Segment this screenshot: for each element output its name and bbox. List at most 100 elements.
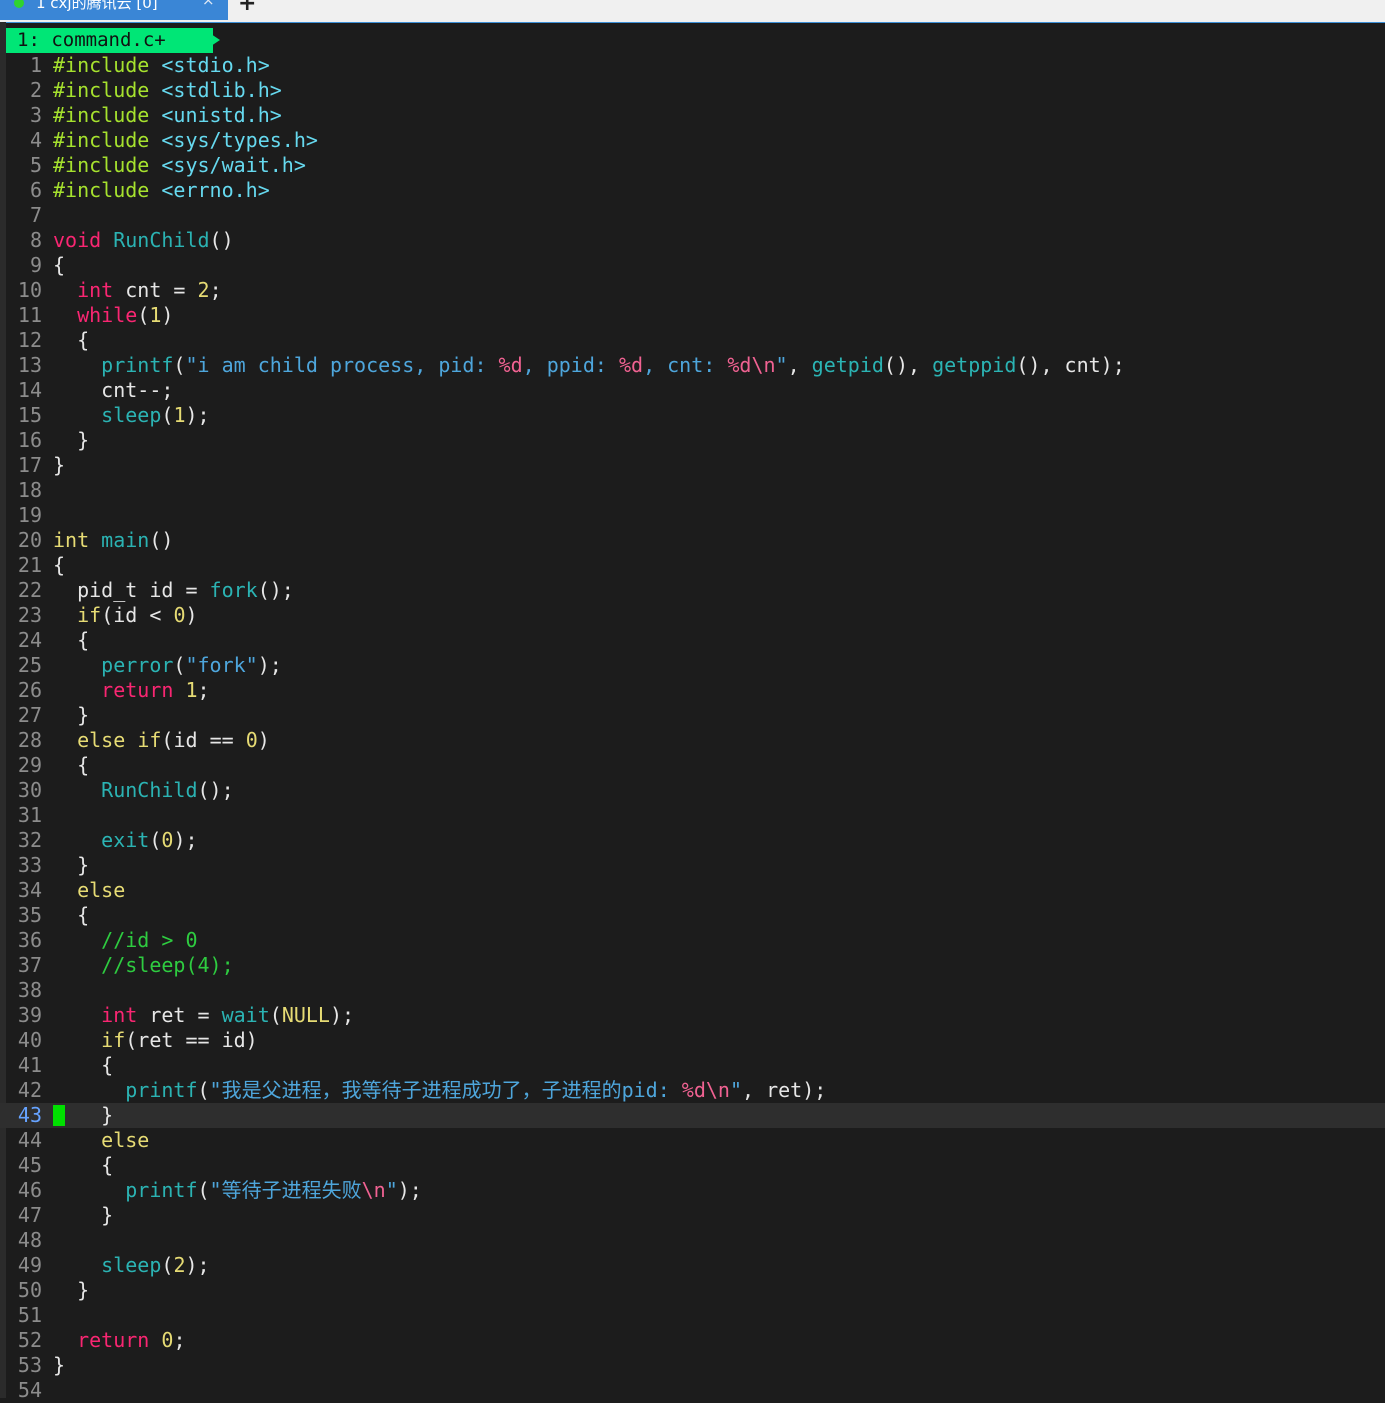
code-line[interactable]: 27 } <box>0 703 1385 728</box>
code-line[interactable]: 24 { <box>0 628 1385 653</box>
current-code-line[interactable]: 43 } <box>0 1103 1385 1128</box>
code-token: %d <box>498 353 523 377</box>
code-line[interactable]: 47 } <box>0 1203 1385 1228</box>
code-line[interactable]: 13 printf("i am child process, pid: %d, … <box>0 353 1385 378</box>
code-line[interactable]: 19 <box>0 503 1385 528</box>
code-text: int cnt = 2; <box>53 278 222 303</box>
close-tab-icon[interactable]: × <box>202 0 215 9</box>
code-line[interactable]: 29 { <box>0 753 1385 778</box>
code-line[interactable]: 26 return 1; <box>0 678 1385 703</box>
code-line[interactable]: 20 int main() <box>0 528 1385 553</box>
code-token: sleep <box>101 403 162 427</box>
code-line[interactable]: 10 int cnt = 2; <box>0 278 1385 303</box>
code-line[interactable]: 52 return 0; <box>0 1328 1385 1353</box>
code-line[interactable]: 51 <box>0 1303 1385 1328</box>
code-text: while(1) <box>53 303 173 328</box>
code-line[interactable]: 54 <box>0 1378 1385 1403</box>
code-line[interactable]: 12 { <box>0 328 1385 353</box>
code-token: ( <box>173 353 186 377</box>
buffer-label[interactable]: 1: command.c+ <box>6 28 213 53</box>
code-token: ; <box>197 678 210 702</box>
new-tab-button[interactable]: + <box>238 0 256 16</box>
code-line[interactable]: 3 #include <unistd.h> <box>0 103 1385 128</box>
code-token: printf <box>101 353 174 377</box>
code-line[interactable]: 6 #include <errno.h> <box>0 178 1385 203</box>
code-line[interactable]: 39 int ret = wait(NULL); <box>0 1003 1385 1028</box>
code-line[interactable]: 37 //sleep(4); <box>0 953 1385 978</box>
code-line[interactable]: 35 { <box>0 903 1385 928</box>
code-line[interactable]: 53} <box>0 1353 1385 1378</box>
code-area[interactable]: 1 #include <stdio.h> 2 #include <stdlib.h> 3… <box>0 53 1385 1403</box>
code-token: #include <box>53 153 162 177</box>
code-line[interactable]: 30 RunChild(); <box>0 778 1385 803</box>
code-line[interactable]: 9{ <box>0 253 1385 278</box>
code-line[interactable]: 38 <box>0 978 1385 1003</box>
code-line[interactable]: 40 if(ret == id) <box>0 1028 1385 1053</box>
code-line[interactable]: 21 { <box>0 553 1385 578</box>
code-token: main <box>101 528 150 552</box>
code-line[interactable]: 14 cnt--; <box>0 378 1385 403</box>
code-line[interactable]: 16 } <box>0 428 1385 453</box>
code-text: } <box>53 703 89 728</box>
line-number: 26 <box>17 678 42 702</box>
code-line[interactable]: 45 { <box>0 1153 1385 1178</box>
code-line[interactable]: 4 #include <sys/types.h> <box>0 128 1385 153</box>
line-number: 10 <box>17 278 42 302</box>
code-token: while <box>77 303 138 327</box>
code-line[interactable]: 46 printf("等待子进程失败\n"); <box>0 1178 1385 1203</box>
code-line[interactable]: 1 #include <stdio.h> <box>0 53 1385 78</box>
line-number: 37 <box>17 953 42 977</box>
code-line[interactable]: 31 <box>0 803 1385 828</box>
code-line[interactable]: 25 perror("fork"); <box>0 653 1385 678</box>
code-token: ); <box>185 1253 210 1277</box>
code-text: } <box>53 428 89 453</box>
code-token: //id > 0 <box>101 928 198 952</box>
code-line[interactable]: 41 { <box>0 1053 1385 1078</box>
code-line[interactable]: 50 } <box>0 1278 1385 1303</box>
code-line[interactable]: 5 #include <sys/wait.h> <box>0 153 1385 178</box>
code-line[interactable]: 34 else <box>0 878 1385 903</box>
line-number: 43 <box>17 1103 42 1127</box>
code-text: #include <sys/wait.h> <box>53 153 306 178</box>
code-line[interactable]: 17} <box>0 453 1385 478</box>
vim-editor[interactable]: 1: command.c+ 1 #include <stdio.h> 2 #inclu… <box>0 22 1385 1402</box>
code-line[interactable]: 22 pid_t id = fork(); <box>0 578 1385 603</box>
code-token: ( <box>161 1253 174 1277</box>
line-number: 49 <box>17 1253 42 1277</box>
code-line[interactable]: 11 while(1) <box>0 303 1385 328</box>
line-number: 54 <box>17 1378 42 1402</box>
code-line[interactable]: 18 <box>0 478 1385 503</box>
code-line[interactable]: 32 exit(0); <box>0 828 1385 853</box>
code-token: "i am child process, pid: <box>185 353 499 377</box>
code-line[interactable]: 23 if(id < 0) <box>0 603 1385 628</box>
code-token: 1 <box>149 303 162 327</box>
code-line[interactable]: 15 sleep(1); <box>0 403 1385 428</box>
code-line[interactable]: 8 void RunChild() <box>0 228 1385 253</box>
code-line[interactable]: 7 <box>0 203 1385 228</box>
session-tab[interactable]: 1 cxj的腾讯云 [0] × <box>0 0 228 20</box>
code-text: { <box>53 753 89 778</box>
code-token: %d <box>618 353 644 377</box>
code-text: sleep(1); <box>53 403 209 428</box>
code-token: <sys/types.h> <box>161 128 318 152</box>
code-line[interactable]: 49 sleep(2); <box>0 1253 1385 1278</box>
code-token: int <box>101 1003 138 1027</box>
code-token: (ret == id) <box>125 1028 258 1052</box>
code-line[interactable]: 44 else <box>0 1128 1385 1153</box>
code-token: #include <box>53 78 162 102</box>
code-line[interactable]: 36 //id > 0 <box>0 928 1385 953</box>
code-token: { <box>53 1053 114 1077</box>
code-text: { <box>53 628 89 653</box>
code-line[interactable]: 2 #include <stdlib.h> <box>0 78 1385 103</box>
code-line[interactable]: 33 } <box>0 853 1385 878</box>
code-line[interactable]: 42 printf("我是父进程，我等待子进程成功了，子进程的pid: %d\n… <box>0 1078 1385 1103</box>
code-line[interactable]: 48 <box>0 1228 1385 1253</box>
code-token: } <box>53 1353 66 1377</box>
code-line[interactable]: 28 else if(id == 0) <box>0 728 1385 753</box>
code-token: (id < <box>101 603 174 627</box>
code-text: //sleep(4); <box>53 953 233 978</box>
